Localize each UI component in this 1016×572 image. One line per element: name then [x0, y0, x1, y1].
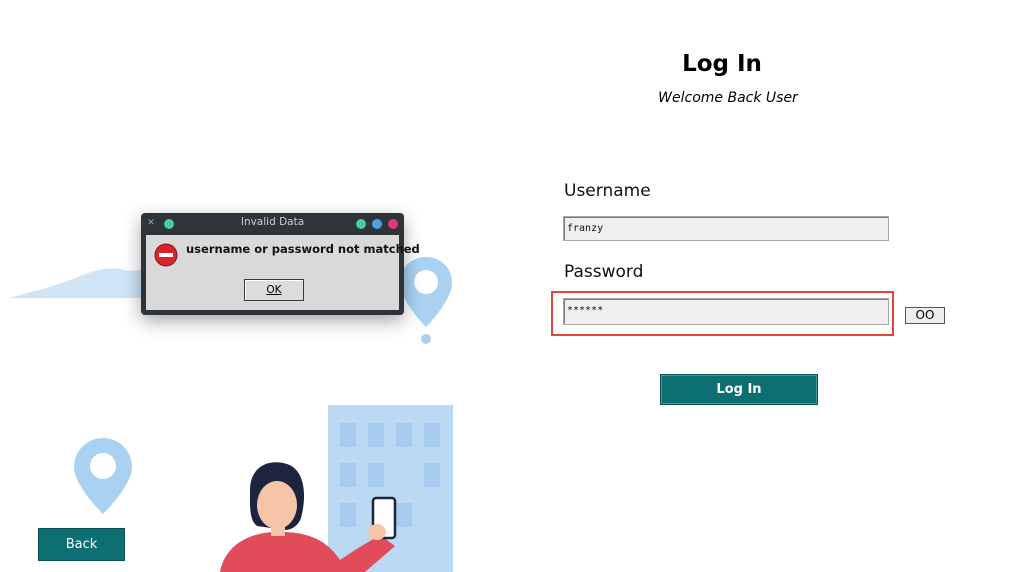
dialog-body: username or password not matched OK: [146, 235, 420, 310]
page-subtitle: Welcome Back User: [658, 90, 798, 106]
back-button[interactable]: Back: [38, 528, 125, 561]
error-stop-icon: [154, 243, 178, 267]
password-label: Password: [564, 262, 644, 282]
maximize-button[interactable]: [372, 219, 382, 229]
username-label: Username: [564, 181, 651, 201]
show-password-button[interactable]: OO: [905, 307, 945, 324]
dialog-message: username or password not matched: [186, 242, 420, 256]
page-title: Log In: [682, 51, 762, 77]
username-field[interactable]: franzy: [563, 216, 889, 241]
dialog-titlebar[interactable]: ✕ Invalid Data: [141, 213, 404, 235]
woman-with-phone-illustration: [220, 462, 397, 572]
password-field[interactable]: ******: [563, 298, 889, 325]
location-pin-icon: [400, 257, 452, 344]
invalid-data-dialog: ✕ Invalid Data username or password not …: [141, 213, 420, 315]
minimize-button[interactable]: [356, 219, 366, 229]
ok-button[interactable]: OK: [244, 279, 304, 301]
cloud-shape: [10, 268, 160, 298]
ok-button-label: OK: [266, 284, 282, 296]
close-button[interactable]: [388, 219, 398, 229]
location-pin-icon: [74, 438, 132, 514]
login-button[interactable]: Log In: [660, 374, 818, 405]
